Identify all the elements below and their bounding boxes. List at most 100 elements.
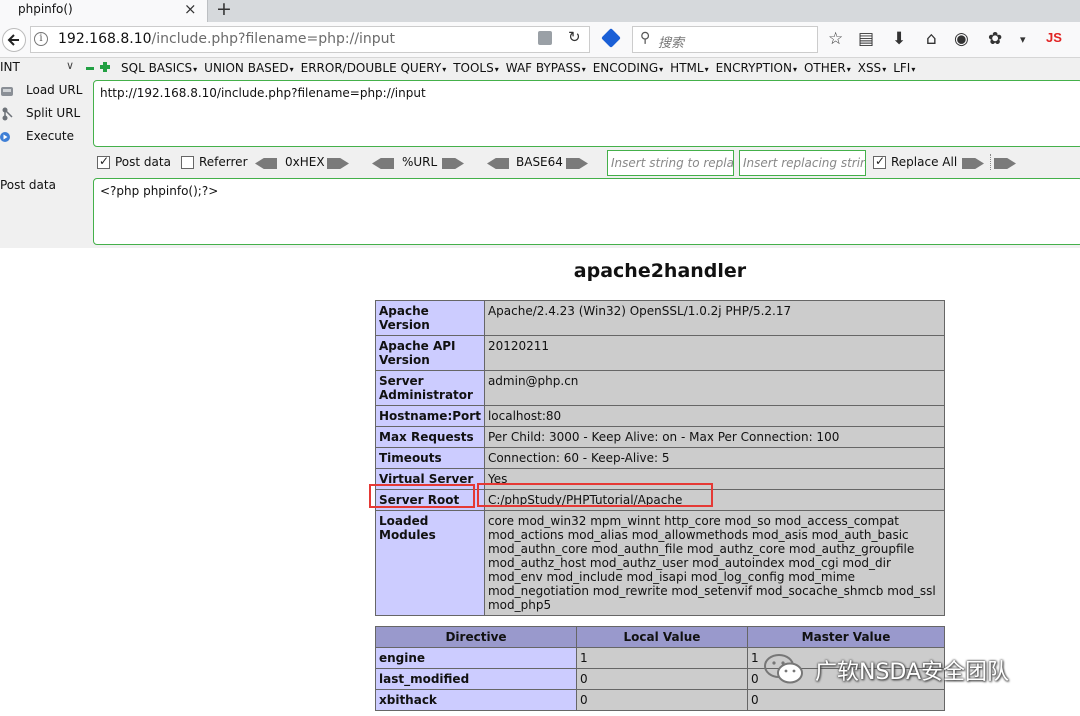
replace-string-input[interactable]: Insert string to replace (607, 150, 734, 176)
post-data-checkbox-label: Post data (115, 155, 171, 169)
column-header: Directive (375, 626, 577, 648)
base64-decode-arrow-icon[interactable] (487, 158, 509, 169)
download-icon[interactable]: ⬇ (892, 29, 906, 49)
url-path: /include.php?filename=php://input (151, 31, 396, 47)
menu-union-based[interactable]: UNION BASED (204, 61, 293, 75)
library-icon[interactable]: ▤ (858, 29, 874, 49)
row-key: Apache API Version (375, 335, 485, 371)
minus-icon[interactable] (86, 67, 94, 70)
menu-tools[interactable]: TOOLS (453, 61, 499, 75)
search-placeholder: 搜索 (658, 36, 685, 51)
highlight-box-key (369, 484, 475, 508)
base64-encode-arrow-icon[interactable] (566, 158, 588, 169)
highlight-box-value (477, 483, 713, 507)
globe-icon[interactable]: ◉ (954, 29, 969, 49)
back-arrow-icon (7, 34, 19, 46)
reload-icon[interactable]: ↻ (568, 28, 581, 46)
execute-label: Execute (26, 129, 74, 143)
apache-info-table: Apache Version Apache/2.4.23 (Win32) Open… (375, 300, 946, 616)
menu-lfi[interactable]: LFI (893, 61, 915, 75)
tab-phpinfo[interactable]: phpinfo() × (0, 0, 208, 22)
js-icon[interactable]: JS (1046, 30, 1062, 45)
row-value: 20120211 (483, 335, 946, 371)
info-icon[interactable]: i (34, 32, 48, 46)
row-value: admin@php.cn (483, 370, 946, 406)
post-data-checkbox[interactable] (97, 154, 110, 169)
table-row: Hostname:Port localhost:80 (375, 405, 946, 427)
table-header-row: Directive Local Value Master Value (375, 626, 945, 648)
home-icon[interactable]: ⌂ (926, 29, 937, 49)
replace-all-checkbox[interactable] (873, 154, 886, 169)
row-key: Max Requests (375, 426, 485, 448)
play-icon (0, 132, 10, 142)
menu-html[interactable]: HTML (670, 61, 708, 75)
table-row: Max Requests Per Child: 3000 - Keep Alive… (375, 426, 946, 448)
search-icon: ⚲ (640, 30, 651, 46)
url-encode-arrow-icon[interactable] (442, 158, 464, 169)
directive-name: xbithack (375, 689, 577, 711)
int-select-value: INT (0, 60, 20, 74)
page-action-icon[interactable] (538, 31, 552, 45)
replacing-string-input[interactable]: Insert replacing string (739, 150, 866, 176)
menu-sql-basics[interactable]: SQL BASICS (121, 61, 197, 75)
palette-icon[interactable]: ✿ (988, 29, 1002, 49)
section-title: apache2handler (573, 260, 747, 282)
urlencode-label: %URL (402, 155, 438, 169)
table-row: Apache Version Apache/2.4.23 (Win32) Open… (375, 300, 946, 336)
split-url-label: Split URL (26, 106, 81, 120)
chevron-down-icon[interactable]: ▾ (1020, 33, 1026, 46)
new-tab-icon[interactable]: + (216, 0, 232, 20)
load-url-label: Load URL (26, 83, 83, 97)
row-key: Server Administrator (375, 370, 485, 406)
replace-arrow-icon[interactable] (962, 158, 984, 169)
post-data-label: Post data (0, 178, 56, 192)
separator (990, 154, 991, 170)
menu-waf-bypass[interactable]: WAF BYPASS (506, 61, 586, 75)
url-text[interactable]: 192.168.8.10/include.php?filename=php://… (58, 31, 395, 47)
hex-decode-arrow-icon[interactable] (255, 158, 277, 169)
row-key: Hostname:Port (375, 405, 485, 427)
star-icon[interactable]: ☆ (828, 29, 843, 49)
post-data-textarea[interactable]: <?php phpinfo();?> (93, 178, 1080, 245)
close-icon[interactable]: × (184, 0, 197, 18)
nav-bar: i 192.168.8.10/include.php?filename=php:… (0, 22, 1080, 58)
row-key: Timeouts (375, 447, 485, 469)
directive-name: last_modified (375, 668, 577, 690)
table-row: Apache API Version 20120211 (375, 335, 946, 371)
table-row: xbithack 0 0 (375, 689, 945, 711)
load-url-icon (1, 87, 13, 96)
table-row: Timeouts Connection: 60 - Keep-Alive: 5 (375, 447, 946, 469)
hex-encode-arrow-icon[interactable] (327, 158, 349, 169)
directive-name: engine (375, 647, 577, 669)
watermark-text: 广软NSDA安全团队 (815, 660, 1010, 685)
hackbar-menu: INT ∨ SQL BASICS UNION BASED ERROR/DOUBLE … (0, 58, 1080, 78)
split-url-icon (2, 107, 13, 121)
column-header: Local Value (576, 626, 748, 648)
url-textarea[interactable]: http://192.168.8.10/include.php?filename… (93, 80, 1080, 147)
local-value: 1 (576, 647, 748, 669)
table-row: Server Administrator admin@php.cn (375, 370, 946, 406)
plus-icon[interactable] (100, 62, 110, 72)
menu-encryption[interactable]: ENCRYPTION (716, 61, 797, 75)
row-value: core mod_win32 mpm_winnt http_core mod_s… (483, 510, 946, 616)
menu-encoding[interactable]: ENCODING (593, 61, 663, 75)
int-select[interactable]: INT ∨ (0, 59, 80, 77)
replace-all-arrow-icon[interactable] (994, 158, 1016, 169)
replace-all-label: Replace All (891, 155, 958, 169)
local-value: 0 (576, 668, 748, 690)
menu-other[interactable]: OTHER (804, 61, 851, 75)
master-value: 0 (747, 689, 945, 711)
menu-xss[interactable]: XSS (858, 61, 886, 75)
row-key: Apache Version (375, 300, 485, 336)
back-button[interactable] (2, 28, 26, 52)
row-value: Connection: 60 - Keep-Alive: 5 (483, 447, 946, 469)
referrer-checkbox[interactable] (181, 156, 194, 169)
local-value: 0 (576, 689, 748, 711)
tab-strip: phpinfo() × + (0, 0, 1080, 22)
menu-error-double-query[interactable]: ERROR/DOUBLE QUERY (301, 61, 447, 75)
url-decode-arrow-icon[interactable] (372, 158, 394, 169)
column-header: Master Value (747, 626, 945, 648)
row-value: localhost:80 (483, 405, 946, 427)
extension-icon[interactable] (601, 28, 621, 48)
url-host: 192.168.8.10 (58, 31, 152, 47)
